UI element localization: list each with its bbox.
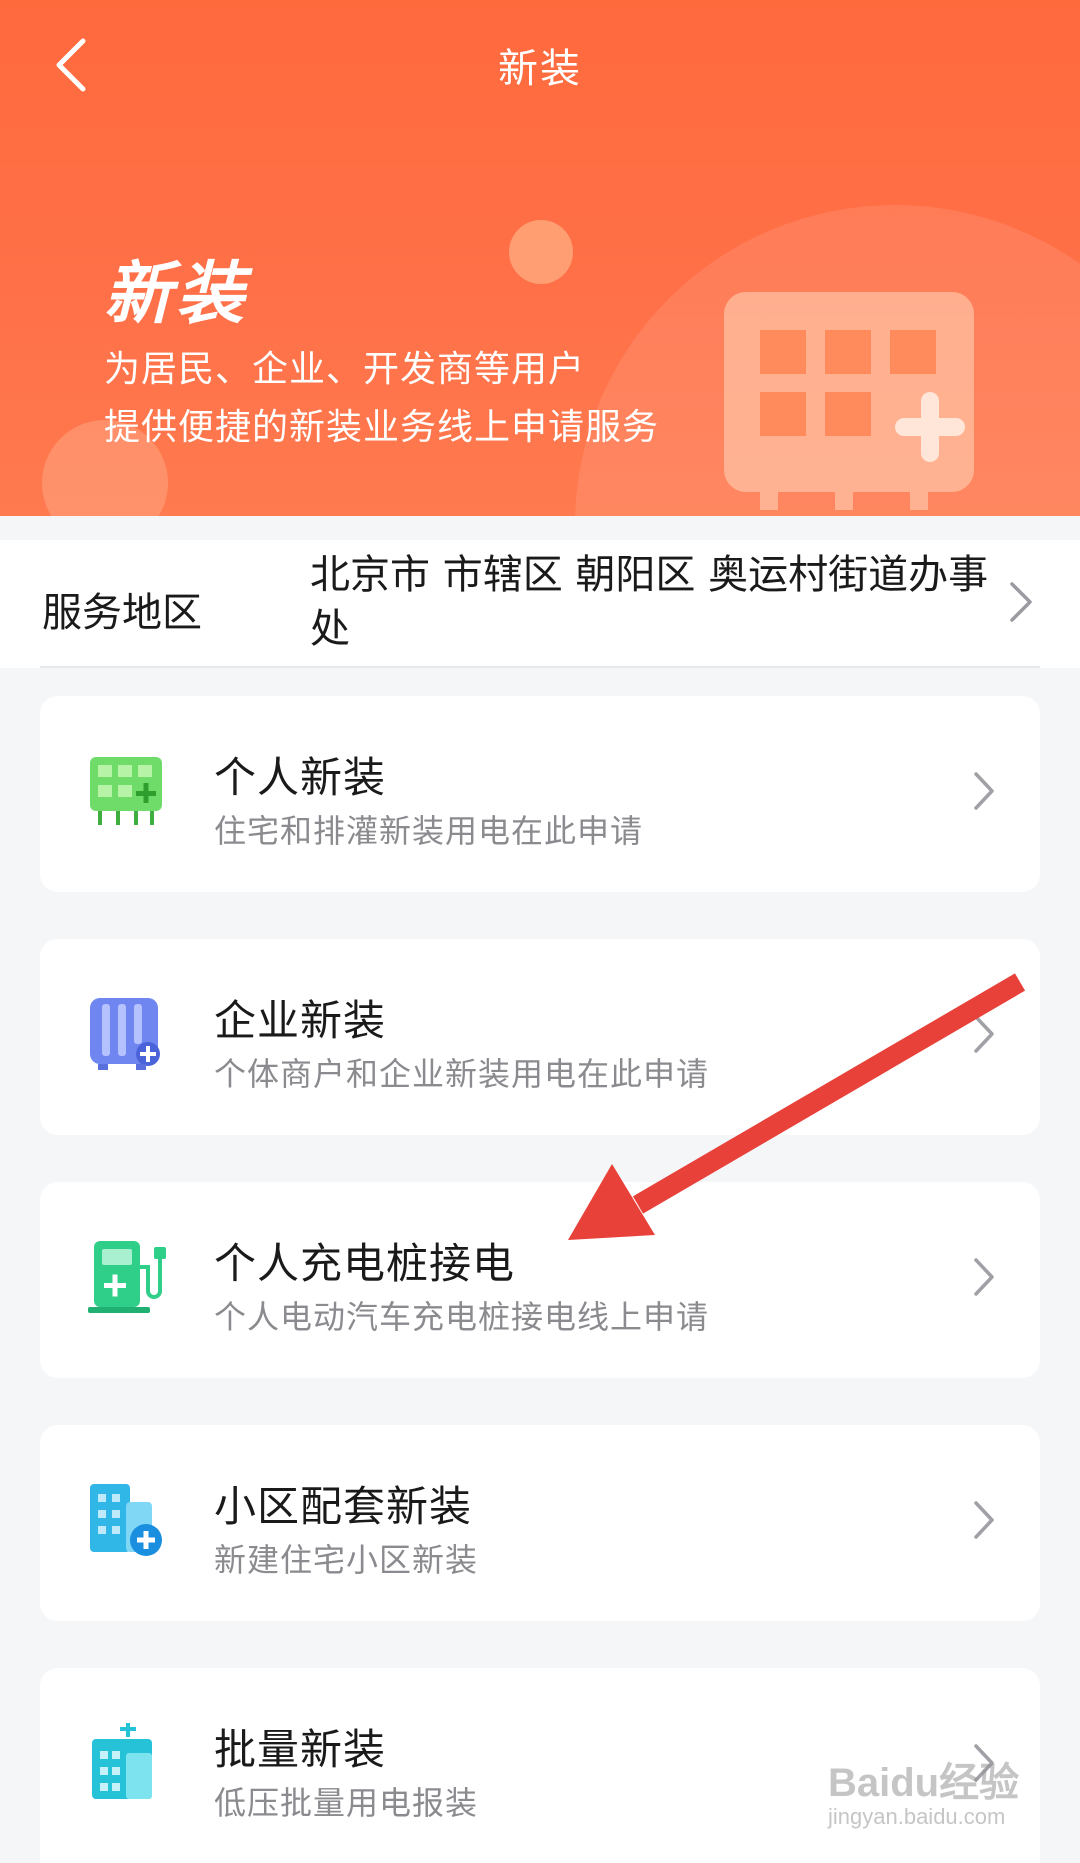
- meter-green-icon: [90, 757, 162, 825]
- charging-pile-icon: [88, 1241, 166, 1313]
- header-banner: 新装 新装 为居民、企业、开发商等用户 提供便捷的新装业务线上申请服务: [0, 0, 1080, 516]
- divider: [40, 666, 1040, 668]
- chevron-right-icon: [1010, 582, 1032, 622]
- watermark-url: jingyan.baidu.com: [828, 1804, 1006, 1829]
- card-title: 小区配套新装: [214, 1482, 473, 1531]
- card-title: 企业新装: [214, 996, 387, 1045]
- banner-decor-dot: [509, 220, 573, 284]
- chevron-right-icon: [974, 1015, 994, 1053]
- chevron-right-icon: [974, 1501, 994, 1539]
- card-title: 个人新装: [214, 753, 387, 802]
- card-description: 个人电动汽车充电桩接电线上申请: [214, 1298, 710, 1336]
- card-title: 批量新装: [214, 1725, 387, 1774]
- meter-illustration-icon: [724, 292, 974, 510]
- service-area-value: 北京市 市辖区 朝阳区 奥运村街道办事处: [310, 552, 989, 652]
- card-description: 新建住宅小区新装: [214, 1541, 479, 1579]
- page-title: 新装: [498, 46, 582, 92]
- meter-blue-icon: [90, 998, 160, 1070]
- card-title: 个人充电桩接电: [214, 1239, 516, 1288]
- hero-title: 新装: [104, 255, 249, 334]
- card-description: 住宅和排灌新装用电在此申请: [214, 812, 644, 850]
- card-description: 低压批量用电报装: [214, 1784, 479, 1822]
- watermark-logo: Baidu经验: [828, 1761, 1020, 1805]
- service-area-label: 服务地区: [42, 590, 202, 636]
- chevron-right-icon: [974, 1258, 994, 1296]
- building-batch-icon: [92, 1723, 152, 1799]
- watermark: Baidu经验 jingyan.baidu.com: [828, 1750, 1068, 1830]
- building-plus-icon: [90, 1484, 162, 1556]
- hero-subtitle-line2: 提供便捷的新装业务线上申请服务: [104, 407, 660, 448]
- chevron-right-icon: [974, 772, 994, 810]
- card-description: 个体商户和企业新装用电在此申请: [214, 1055, 710, 1093]
- card-personal-charging-pile[interactable]: 个人充电桩接电 个人电动汽车充电桩接电线上申请: [40, 1182, 1040, 1378]
- card-personal-new-install[interactable]: 个人新装 住宅和排灌新装用电在此申请: [40, 696, 1040, 892]
- card-enterprise-new-install[interactable]: 企业新装 个体商户和企业新装用电在此申请: [40, 939, 1040, 1135]
- service-area-selector[interactable]: 服务地区 北京市 市辖区 朝阳区 奥运村街道办事处: [0, 540, 1080, 668]
- card-community-new-install[interactable]: 小区配套新装 新建住宅小区新装: [40, 1425, 1040, 1621]
- hero-subtitle-line1: 为居民、企业、开发商等用户: [104, 349, 586, 390]
